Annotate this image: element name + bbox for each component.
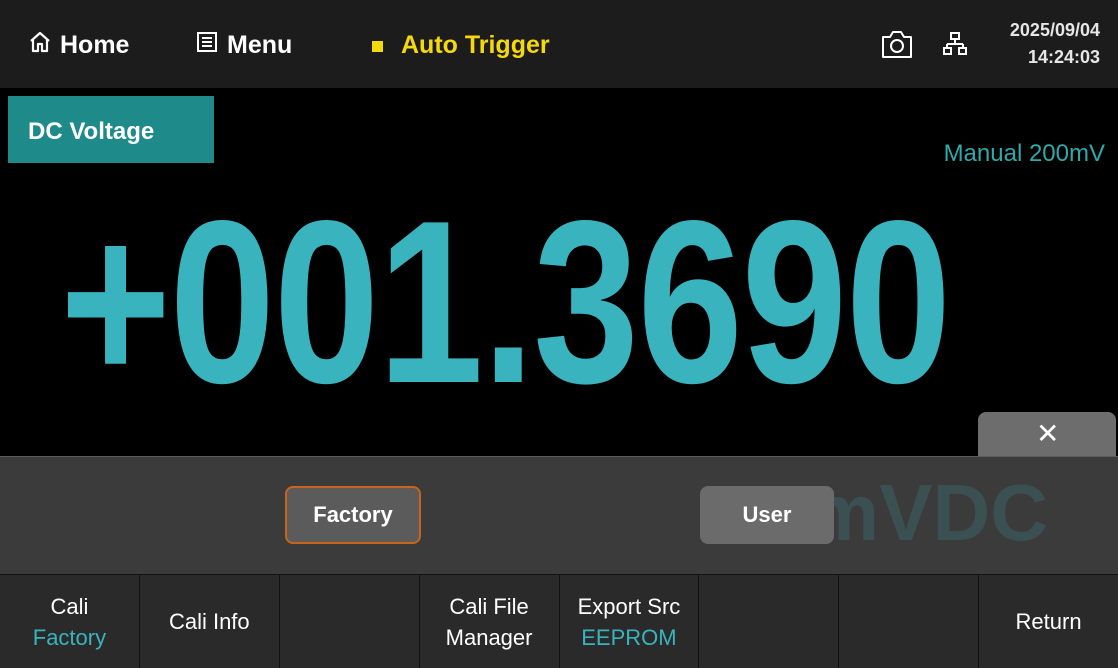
home-icon bbox=[28, 30, 52, 61]
softkey-export-src[interactable]: Export Src EEPROM bbox=[559, 574, 700, 668]
date-text: 2025/09/04 bbox=[1009, 20, 1100, 40]
close-popup-button[interactable]: ✕ bbox=[978, 412, 1116, 458]
main-reading: +001.3690 bbox=[60, 173, 951, 432]
softkey-empty-6[interactable] bbox=[699, 574, 840, 668]
menu-label: Menu bbox=[227, 30, 293, 59]
time-text: 14:24:03 bbox=[1027, 47, 1100, 67]
unit-label: mVDC bbox=[808, 468, 1049, 557]
home-button[interactable]: Home bbox=[28, 28, 129, 62]
measurement-function-label[interactable]: DC Voltage bbox=[8, 96, 214, 163]
softkey-label: Cali bbox=[50, 593, 89, 619]
softkey-bar: Cali Factory Cali Info Cali File Manager… bbox=[0, 574, 1118, 668]
trigger-label: Auto Trigger bbox=[401, 30, 550, 59]
softkey-value: Factory bbox=[32, 624, 107, 650]
softkey-label: Export Src bbox=[577, 593, 681, 619]
softkey-cali-info[interactable]: Cali Info bbox=[139, 574, 280, 668]
factory-option-button[interactable]: Factory bbox=[285, 486, 421, 544]
menu-icon bbox=[195, 30, 219, 61]
datetime: 2025/09/04 14:24:03 bbox=[982, 17, 1100, 71]
softkey-label: Cali Info bbox=[168, 609, 250, 634]
camera-icon[interactable] bbox=[880, 28, 914, 60]
status-bar: Home Menu Auto Trigger 2025/09/04 14:24:… bbox=[0, 0, 1118, 88]
close-icon: ✕ bbox=[1036, 418, 1060, 449]
softkey-label: Return bbox=[1015, 609, 1082, 634]
softkey-cali-file-manager[interactable]: Cali File Manager bbox=[419, 574, 560, 668]
user-option-button[interactable]: User bbox=[700, 486, 834, 544]
softkey-label: Cali File Manager bbox=[445, 593, 533, 650]
softkey-return[interactable]: Return bbox=[979, 574, 1118, 668]
menu-button[interactable]: Menu bbox=[195, 28, 292, 62]
range-indicator: Manual 200mV bbox=[943, 140, 1105, 167]
home-label: Home bbox=[60, 30, 130, 59]
trigger-indicator-icon bbox=[372, 40, 383, 52]
softkey-value: EEPROM bbox=[581, 624, 677, 650]
softkey-empty-3[interactable] bbox=[279, 574, 420, 668]
softkey-empty-7[interactable] bbox=[839, 574, 980, 668]
softkey-cali[interactable]: Cali Factory bbox=[0, 574, 140, 668]
network-icon bbox=[943, 32, 967, 56]
trigger-mode-button[interactable]: Auto Trigger bbox=[372, 28, 550, 62]
